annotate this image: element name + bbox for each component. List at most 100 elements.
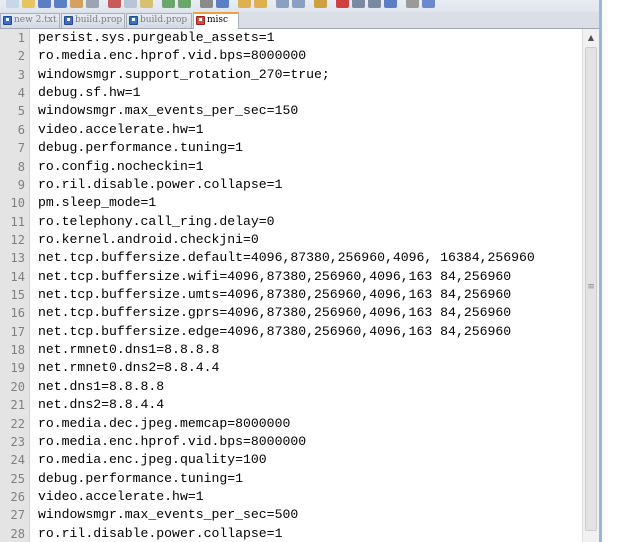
tab-label: misc bbox=[207, 15, 229, 25]
tab-label: build.prop bbox=[140, 15, 188, 25]
zoom-in-icon[interactable] bbox=[238, 0, 251, 8]
editor-line[interactable]: 25 debug.performance.tuning=1 bbox=[0, 470, 582, 488]
editor-line[interactable]: 28 ro.ril.disable.power.collapse=1 bbox=[0, 525, 582, 542]
editor-line[interactable]: 23 ro.media.enc.hprof.vid.bps=8000000 bbox=[0, 433, 582, 451]
spellcheck-icon[interactable] bbox=[422, 0, 435, 8]
line-text[interactable]: net.tcp.buffersize.edge=4096,87380,25696… bbox=[38, 323, 511, 341]
macro-play-icon[interactable] bbox=[368, 0, 381, 8]
editor-line[interactable]: 20 net.dns1=8.8.8.8 bbox=[0, 378, 582, 396]
plugin-icon[interactable] bbox=[406, 0, 419, 8]
line-text[interactable]: debug.performance.tuning=1 bbox=[38, 470, 243, 488]
line-number: 4 bbox=[17, 86, 25, 101]
line-text[interactable]: persist.sys.purgeable_assets=1 bbox=[38, 29, 275, 47]
undo-icon[interactable] bbox=[162, 0, 175, 8]
find-icon[interactable] bbox=[200, 0, 213, 8]
close-file-icon[interactable] bbox=[70, 0, 83, 8]
line-text[interactable]: ro.media.dec.jpeg.memcap=8000000 bbox=[38, 415, 290, 433]
scroll-up-arrow-icon[interactable]: ▲ bbox=[583, 29, 599, 46]
word-wrap-icon[interactable] bbox=[292, 0, 305, 8]
editor-line[interactable]: 5 windowsmgr.max_events_per_sec=150 bbox=[0, 102, 582, 120]
new-file-icon[interactable] bbox=[6, 0, 19, 8]
editor-line[interactable]: 17 net.tcp.buffersize.edge=4096,87380,256… bbox=[0, 323, 582, 341]
line-text[interactable]: ro.media.enc.hprof.vid.bps=8000000 bbox=[38, 433, 306, 451]
zoom-out-icon[interactable] bbox=[254, 0, 267, 8]
tab-misc[interactable]: misc bbox=[193, 12, 239, 29]
line-number: 24 bbox=[10, 453, 25, 468]
paste-icon[interactable] bbox=[140, 0, 153, 8]
line-text[interactable]: ro.ril.disable.power.collapse=1 bbox=[38, 176, 282, 194]
indent-guide-icon[interactable] bbox=[314, 0, 327, 8]
editor-line[interactable]: 16 net.tcp.buffersize.gprs=4096,87380,256… bbox=[0, 304, 582, 322]
editor-line[interactable]: 7 debug.performance.tuning=1 bbox=[0, 139, 582, 157]
editor-line[interactable]: 3 windowsmgr.support_rotation_270=true; bbox=[0, 66, 582, 84]
editor-line[interactable]: 27 windowsmgr.max_events_per_sec=500 bbox=[0, 506, 582, 524]
editor-line[interactable]: 11 ro.telephony.call_ring.delay=0 bbox=[0, 213, 582, 231]
line-number: 14 bbox=[10, 269, 25, 284]
line-text[interactable]: ro.ril.disable.power.collapse=1 bbox=[38, 525, 282, 542]
macro-save-icon[interactable] bbox=[384, 0, 397, 8]
editor-line[interactable]: 8 ro.config.nocheckin=1 bbox=[0, 158, 582, 176]
editor-line[interactable]: 12 ro.kernel.android.checkjni=0 bbox=[0, 231, 582, 249]
line-text[interactable]: windowsmgr.max_events_per_sec=500 bbox=[38, 506, 298, 524]
line-text[interactable]: video.accelerate.hw=1 bbox=[38, 121, 204, 139]
tab-new-2-txt[interactable]: new 2.txt bbox=[0, 13, 60, 28]
line-text[interactable]: net.rmnet0.dns2=8.8.4.4 bbox=[38, 359, 219, 377]
line-text[interactable]: net.tcp.buffersize.wifi=4096,87380,25696… bbox=[38, 268, 511, 286]
macro-stop-icon[interactable] bbox=[352, 0, 365, 8]
editor-line[interactable]: 14 net.tcp.buffersize.wifi=4096,87380,256… bbox=[0, 268, 582, 286]
editor-text-area[interactable]: 1 persist.sys.purgeable_assets=1 2 ro.media… bbox=[0, 29, 582, 542]
tab-build-prop-1[interactable]: build.prop bbox=[61, 13, 125, 28]
macro-record-icon[interactable] bbox=[336, 0, 349, 8]
editor-line[interactable]: 9 ro.ril.disable.power.collapse=1 bbox=[0, 176, 582, 194]
line-text[interactable]: ro.media.enc.hprof.vid.bps=8000000 bbox=[38, 47, 306, 65]
line-text[interactable]: net.tcp.buffersize.umts=4096,87380,25696… bbox=[38, 286, 511, 304]
line-text[interactable]: debug.sf.hw=1 bbox=[38, 84, 141, 102]
line-number: 25 bbox=[10, 471, 25, 486]
editor-line[interactable]: 15 net.tcp.buffersize.umts=4096,87380,256… bbox=[0, 286, 582, 304]
sync-scroll-icon[interactable] bbox=[276, 0, 289, 8]
save-icon[interactable] bbox=[38, 0, 51, 8]
scrollbar-thumb[interactable]: ≡ bbox=[585, 47, 597, 531]
cut-icon[interactable] bbox=[108, 0, 121, 8]
copy-icon[interactable] bbox=[124, 0, 137, 8]
line-text[interactable]: net.dns2=8.8.4.4 bbox=[38, 396, 164, 414]
line-text[interactable]: net.tcp.buffersize.default=4096,87380,25… bbox=[38, 249, 535, 267]
editor-line[interactable]: 13 net.tcp.buffersize.default=4096,87380,… bbox=[0, 249, 582, 267]
line-text[interactable]: video.accelerate.hw=1 bbox=[38, 488, 204, 506]
line-text[interactable]: ro.config.nocheckin=1 bbox=[38, 158, 204, 176]
line-text[interactable]: net.tcp.buffersize.gprs=4096,87380,25696… bbox=[38, 304, 511, 322]
line-text[interactable]: net.dns1=8.8.8.8 bbox=[38, 378, 164, 396]
editor-line[interactable]: 6 video.accelerate.hw=1 bbox=[0, 121, 582, 139]
editor-line[interactable]: 4 debug.sf.hw=1 bbox=[0, 84, 582, 102]
print-icon[interactable] bbox=[86, 0, 99, 8]
editor-line[interactable]: 22 ro.media.dec.jpeg.memcap=8000000 bbox=[0, 415, 582, 433]
vertical-scrollbar[interactable]: ▲ ≡ bbox=[582, 29, 599, 542]
editor-line[interactable]: 10 pm.sleep_mode=1 bbox=[0, 194, 582, 212]
editor-line[interactable]: 24 ro.media.enc.jpeg.quality=100 bbox=[0, 451, 582, 469]
editor-line[interactable]: 26 video.accelerate.hw=1 bbox=[0, 488, 582, 506]
editor-line[interactable]: 21 net.dns2=8.8.4.4 bbox=[0, 396, 582, 414]
line-text[interactable]: net.rmnet0.dns1=8.8.8.8 bbox=[38, 341, 219, 359]
window-border bbox=[599, 0, 602, 542]
tab-build-prop-2[interactable]: build.prop bbox=[126, 13, 192, 28]
line-text[interactable]: ro.kernel.android.checkjni=0 bbox=[38, 231, 259, 249]
editor-line[interactable]: 18 net.rmnet0.dns1=8.8.8.8 bbox=[0, 341, 582, 359]
replace-icon[interactable] bbox=[216, 0, 229, 8]
line-number: 7 bbox=[17, 141, 25, 156]
line-number: 11 bbox=[10, 214, 25, 229]
line-text[interactable]: ro.telephony.call_ring.delay=0 bbox=[38, 213, 275, 231]
saved-file-icon bbox=[129, 16, 138, 25]
editor-line[interactable]: 1 persist.sys.purgeable_assets=1 bbox=[0, 29, 582, 47]
save-all-icon[interactable] bbox=[54, 0, 67, 8]
line-text[interactable]: pm.sleep_mode=1 bbox=[38, 194, 156, 212]
editor-line[interactable]: 19 net.rmnet0.dns2=8.8.4.4 bbox=[0, 359, 582, 377]
line-text[interactable]: windowsmgr.max_events_per_sec=150 bbox=[38, 102, 298, 120]
open-file-icon[interactable] bbox=[22, 0, 35, 8]
line-number: 16 bbox=[10, 306, 25, 321]
line-text[interactable]: ro.media.enc.jpeg.quality=100 bbox=[38, 451, 267, 469]
editor-line[interactable]: 2 ro.media.enc.hprof.vid.bps=8000000 bbox=[0, 47, 582, 65]
line-number: 18 bbox=[10, 343, 25, 358]
redo-icon[interactable] bbox=[178, 0, 191, 8]
line-text[interactable]: debug.performance.tuning=1 bbox=[38, 139, 243, 157]
line-text[interactable]: windowsmgr.support_rotation_270=true; bbox=[38, 66, 330, 84]
